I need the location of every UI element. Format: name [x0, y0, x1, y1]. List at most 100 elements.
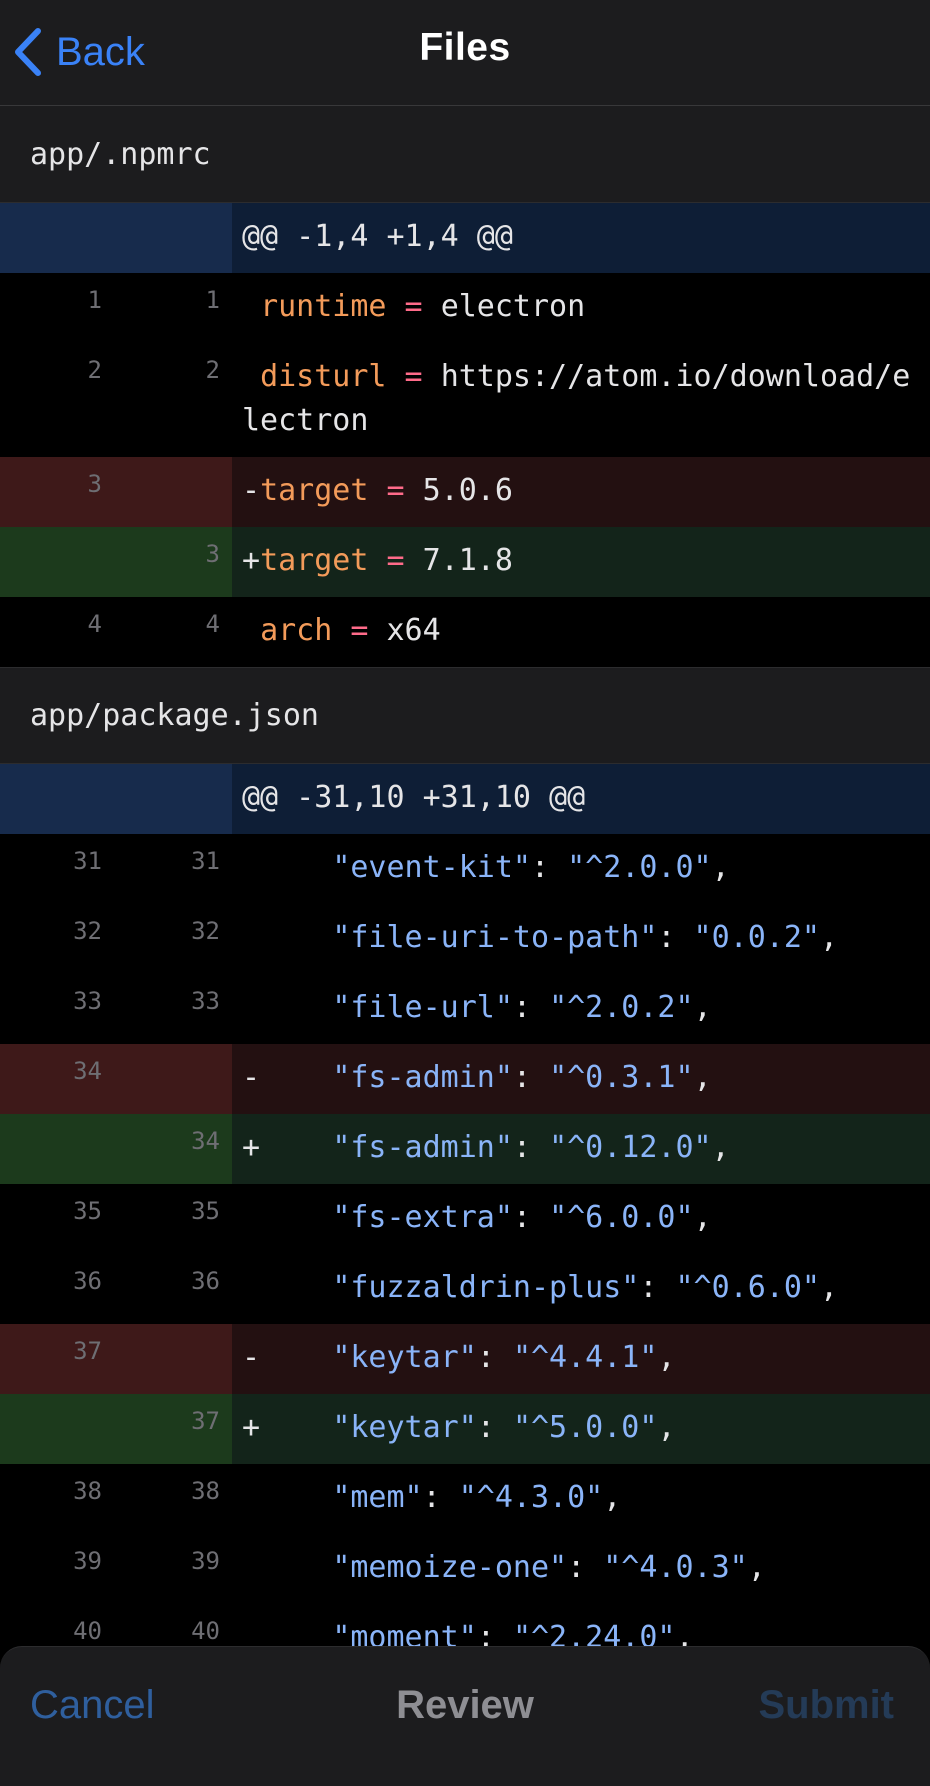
line-gutter: 36 36 — [0, 1254, 232, 1324]
diff-prefix: - — [242, 1340, 261, 1375]
code-text: - "fs-admin": "^0.3.1", — [232, 1044, 930, 1114]
new-line-number: 38 — [191, 1477, 220, 1505]
code-text: +target = 7.1.8 — [232, 527, 930, 597]
diff-line-context[interactable]: 33 33 "file-url": "^2.0.2", — [0, 974, 930, 1044]
config-key: target — [260, 473, 369, 508]
line-gutter: 33 33 — [0, 974, 232, 1044]
diff-prefix: + — [242, 1130, 261, 1165]
code-text: disturl = https://atom.io/download/elect… — [232, 343, 930, 457]
code-text: "file-url": "^2.0.2", — [232, 974, 930, 1044]
new-line-number: 34 — [191, 1127, 220, 1155]
diff-line-context[interactable]: 38 38 "mem": "^4.3.0", — [0, 1464, 930, 1534]
line-gutter: 37 — [0, 1324, 232, 1394]
json-value: "^0.6.0" — [675, 1270, 820, 1305]
diff-line-context[interactable]: 32 32 "file-uri-to-path": "0.0.2", — [0, 904, 930, 974]
config-value: electron — [440, 289, 586, 324]
diff-prefix: - — [242, 1060, 261, 1095]
line-gutter: 39 39 — [0, 1534, 232, 1604]
diff-line-context[interactable]: 31 31 "event-kit": "^2.0.0", — [0, 834, 930, 904]
json-key: "keytar" — [332, 1340, 477, 1375]
diff-line-removed[interactable]: 34 - "fs-admin": "^0.3.1", — [0, 1044, 930, 1114]
diff-line-context[interactable]: 44 arch = x64 — [0, 597, 930, 667]
new-line-number: 3 — [205, 540, 220, 568]
diff-prefix — [242, 1550, 260, 1585]
json-value: "^2.0.0" — [567, 850, 712, 885]
old-line-number: 1 — [87, 286, 102, 314]
code-text: - "keytar": "^4.4.1", — [232, 1324, 930, 1394]
old-line-number: 32 — [73, 917, 102, 945]
navigation-bar: Back Files — [0, 0, 930, 106]
diff-line-added[interactable]: 3 +target = 7.1.8 — [0, 527, 930, 597]
json-comma: , — [819, 920, 839, 955]
old-line-number: 3 — [87, 470, 102, 498]
old-line-number: 35 — [73, 1197, 102, 1225]
new-line-number: 35 — [191, 1197, 220, 1225]
line-gutter: 35 35 — [0, 1184, 232, 1254]
diff-prefix — [242, 289, 260, 324]
config-key: disturl — [260, 359, 387, 394]
json-colon: : — [512, 1200, 550, 1235]
diff-line-context[interactable]: 36 36 "fuzzaldrin-plus": "^0.6.0", — [0, 1254, 930, 1324]
code-text: + "fs-admin": "^0.12.0", — [232, 1114, 930, 1184]
json-key: "file-uri-to-path" — [332, 920, 658, 955]
file-header[interactable]: app/.npmrc — [0, 106, 930, 203]
diff-prefix — [242, 1200, 260, 1235]
line-gutter: 44 — [0, 597, 232, 667]
old-line-number: 2 — [87, 356, 102, 384]
submit-button[interactable]: Submit — [758, 1683, 894, 1728]
diff-prefix: - — [242, 473, 261, 508]
diff-line-context[interactable]: 35 35 "fs-extra": "^6.0.0", — [0, 1184, 930, 1254]
diff-prefix: + — [242, 543, 261, 578]
new-line-number: 36 — [191, 1267, 220, 1295]
diff-prefix — [242, 1270, 260, 1305]
diff-view[interactable]: app/.npmrc @@ -1,4 +1,4 @@ 1 1 runtime = el… — [0, 106, 930, 1674]
diff-line-added[interactable]: 37 + "keytar": "^5.0.0", — [0, 1394, 930, 1464]
diff-line-context[interactable]: 11 runtime = electron — [0, 273, 930, 343]
json-key: "keytar" — [332, 1410, 477, 1445]
assign-operator: = — [332, 613, 387, 648]
code-text: "mem": "^4.3.0", — [232, 1464, 930, 1534]
assign-operator: = — [368, 543, 423, 578]
json-colon: : — [476, 1340, 513, 1375]
file-header[interactable]: app/package.json — [0, 667, 930, 764]
diff-prefix — [242, 990, 260, 1025]
json-comma: , — [657, 1410, 676, 1445]
diff-line-removed[interactable]: 37 - "keytar": "^4.4.1", — [0, 1324, 930, 1394]
line-gutter: 34 — [0, 1114, 232, 1184]
hunk-header: @@ -1,4 +1,4 @@ — [0, 203, 930, 273]
json-key: "fuzzaldrin-plus" — [332, 1270, 640, 1305]
line-gutter: 31 31 — [0, 834, 232, 904]
new-line-number — [116, 457, 232, 527]
diff-line-context[interactable]: 22 disturl = https://atom.io/download/el… — [0, 343, 930, 457]
json-value: "^0.12.0" — [549, 1130, 712, 1165]
old-line-number: 31 — [73, 847, 102, 875]
page-title: Files — [419, 26, 511, 69]
json-key: "fs-extra" — [332, 1200, 513, 1235]
json-value: "0.0.2" — [693, 920, 820, 955]
hunk-range: @@ -31,10 +31,10 @@ — [232, 764, 930, 834]
json-comma: , — [603, 1480, 622, 1515]
old-line-number: 36 — [73, 1267, 102, 1295]
new-line-number: 4 — [205, 610, 220, 638]
code-text: "fs-extra": "^6.0.0", — [232, 1184, 930, 1254]
new-line-number: 32 — [191, 917, 220, 945]
hunk-gutter — [0, 764, 232, 834]
old-line-number: 33 — [73, 987, 102, 1015]
diff-line-context[interactable]: 39 39 "memoize-one": "^4.0.3", — [0, 1534, 930, 1604]
diff-prefix — [242, 850, 260, 885]
old-line-number — [0, 1114, 116, 1184]
bottom-toolbar: Cancel Review Submit — [0, 1646, 930, 1786]
old-line-number — [0, 527, 116, 597]
code-text: "fuzzaldrin-plus": "^0.6.0", — [232, 1254, 930, 1324]
json-comma: , — [747, 1550, 766, 1585]
diff-line-removed[interactable]: 3 -target = 5.0.6 — [0, 457, 930, 527]
diff-line-added[interactable]: 34 + "fs-admin": "^0.12.0", — [0, 1114, 930, 1184]
hunk-range: @@ -1,4 +1,4 @@ — [232, 203, 930, 273]
